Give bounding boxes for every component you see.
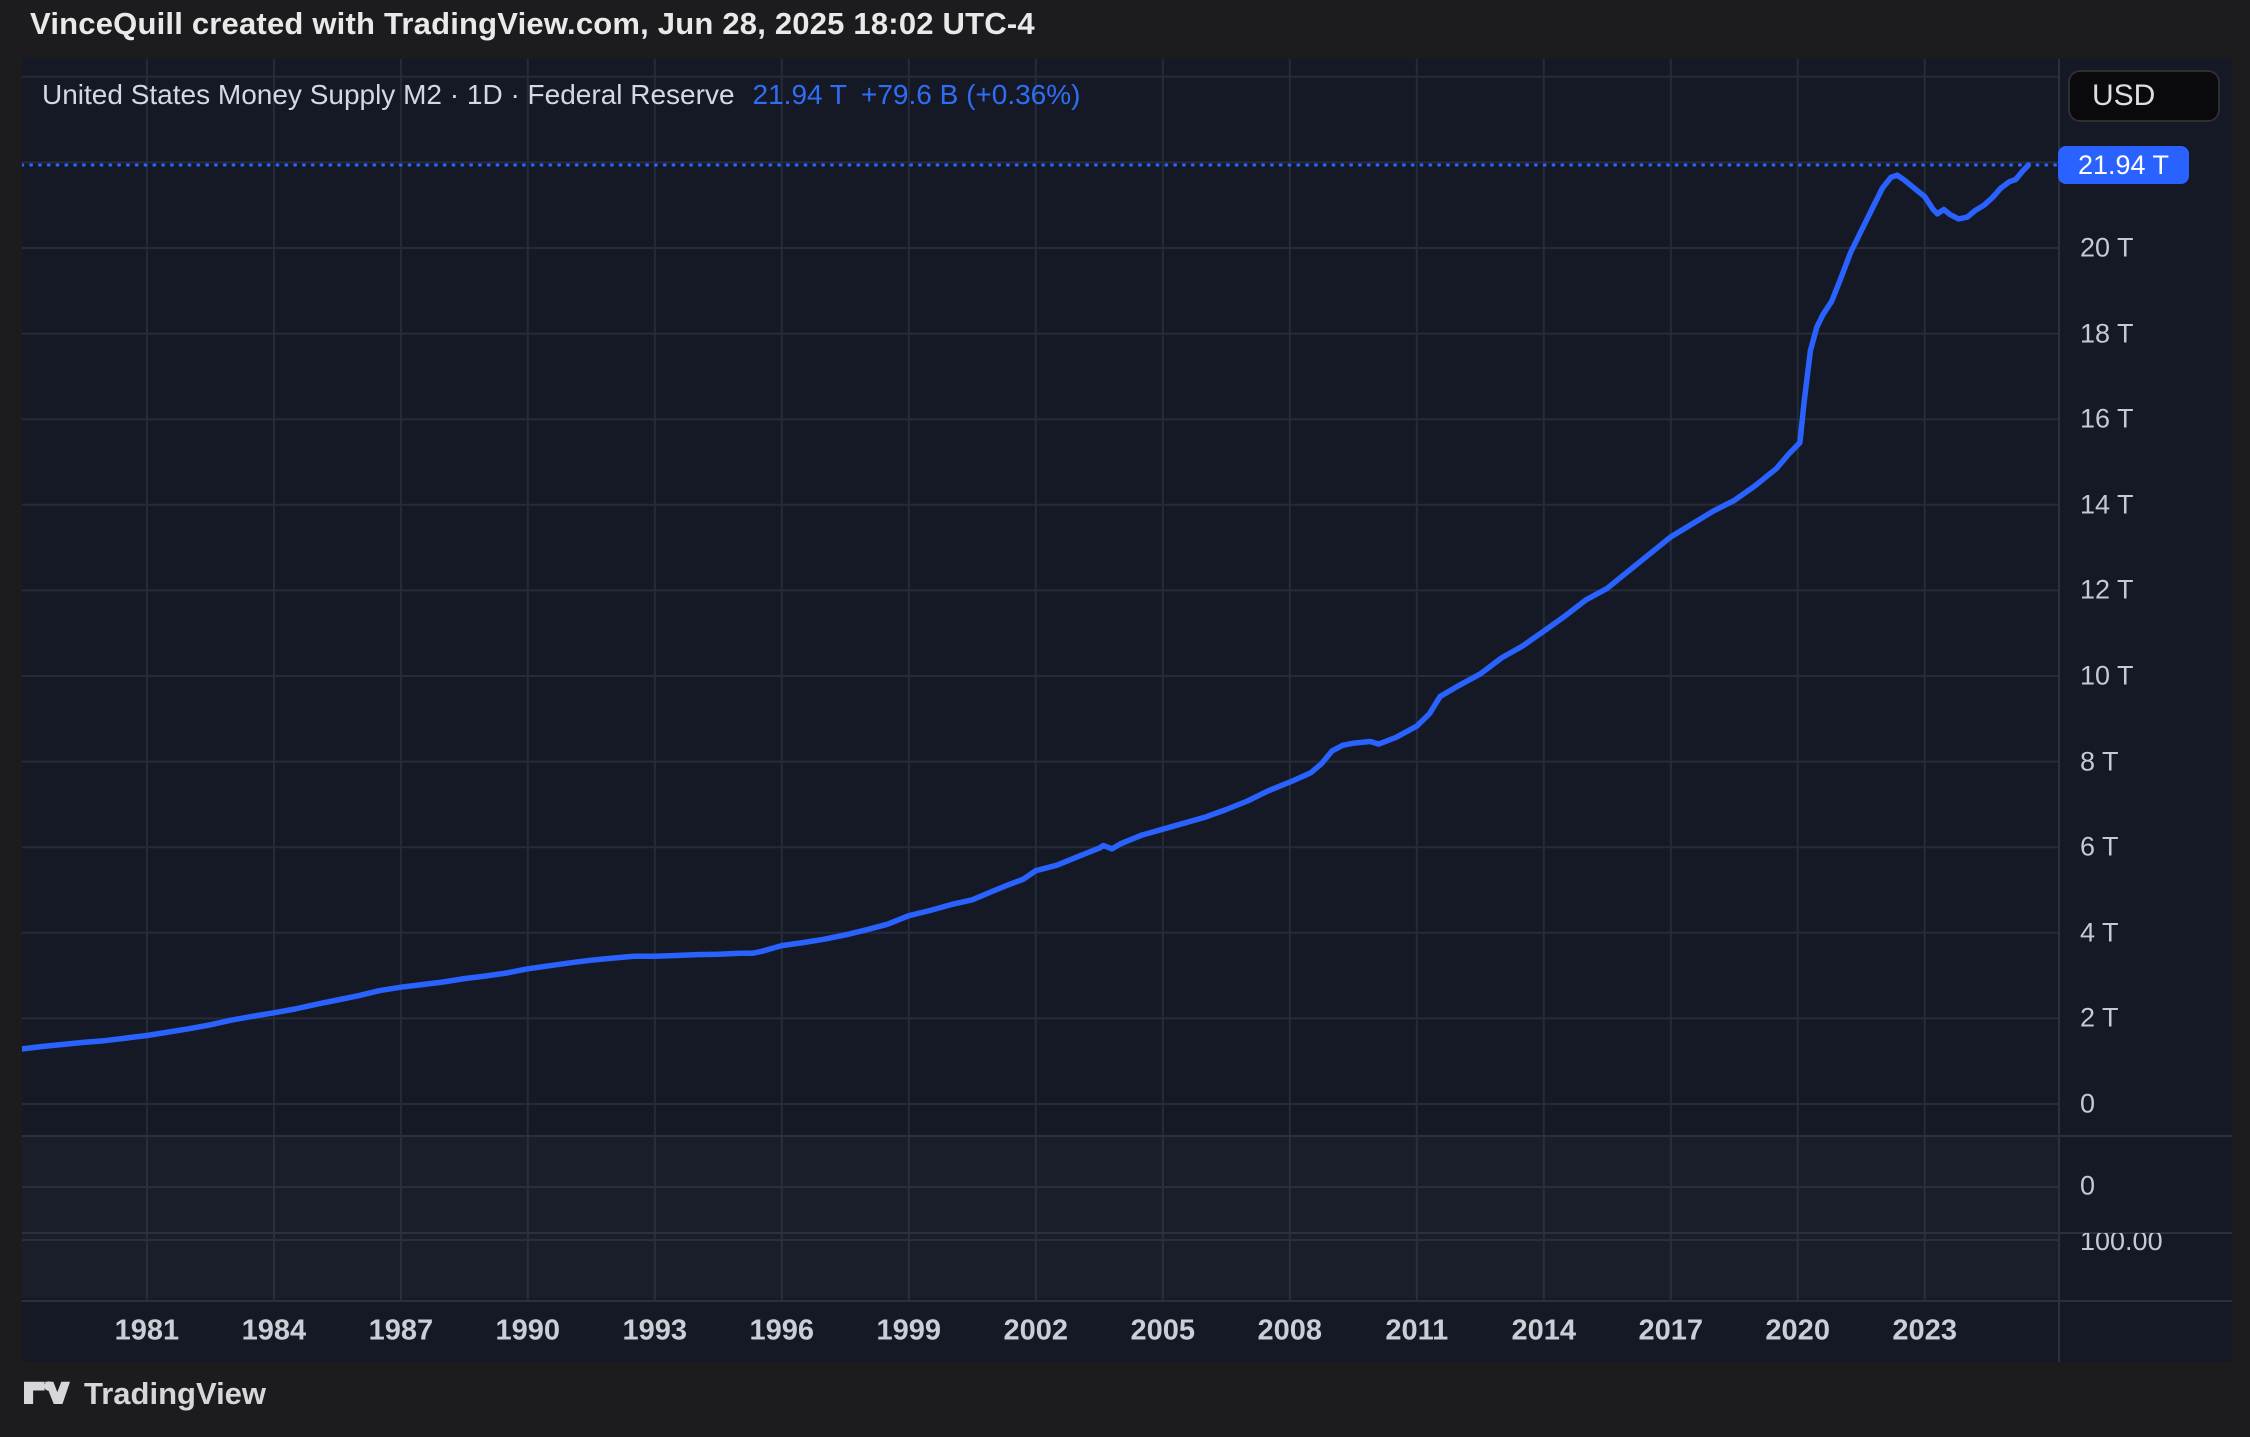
- x-axis-label: 2023: [1892, 1315, 1957, 1348]
- time-scale[interactable]: 1981 1984 1987 1990 1993 1996 1999 2002 2005 2008…: [22, 1300, 2058, 1362]
- y-axis-label: 12 T: [2080, 575, 2134, 606]
- y-axis-label: 20 T: [2080, 233, 2134, 264]
- chart-widget: United States Money Supply M2 · 1D · Fed…: [22, 59, 2232, 1362]
- y-axis-label: 16 T: [2080, 404, 2134, 435]
- pane-separator-2[interactable]: [22, 1232, 2232, 1234]
- symbol-title[interactable]: United States Money Supply M2 · 1D · Fed…: [42, 79, 735, 110]
- symbol-last-value: 21.94 T: [753, 79, 847, 110]
- y-axis-label: 4 T: [2080, 917, 2119, 948]
- x-axis-label: 2014: [1512, 1315, 1577, 1348]
- y-axis-label: 18 T: [2080, 318, 2134, 349]
- x-axis-label: 2017: [1639, 1315, 1704, 1348]
- y-axis-label: 14 T: [2080, 489, 2134, 520]
- x-axis-label: 2002: [1004, 1315, 1069, 1348]
- y-axis-label: 8 T: [2080, 746, 2119, 777]
- y-axis-label: 0: [2080, 1089, 2095, 1120]
- indicator-pane-1[interactable]: [22, 1135, 2058, 1232]
- tradingview-logo-text: TradingView: [84, 1376, 266, 1412]
- x-axis-label: 1993: [623, 1315, 688, 1348]
- y-axis-label: 2 T: [2080, 1003, 2119, 1034]
- sub-pane-2-tick-clip: 100.00: [2080, 1233, 2163, 1297]
- m2-series-line: [22, 165, 2028, 1049]
- symbol-change: +79.6 B (+0.36%): [861, 79, 1080, 110]
- x-axis-label: 1990: [496, 1315, 561, 1348]
- price-scale[interactable]: USD 21.94 T 0 100.00 0 2 T 4 T 6 T 8 T 10 T 12…: [2060, 59, 2232, 1362]
- watermark-header: VinceQuill created with TradingView.com,…: [30, 6, 1035, 42]
- y-axis-label: 10 T: [2080, 661, 2134, 692]
- x-axis-label: 2005: [1131, 1315, 1196, 1348]
- sub-pane-1-tick-label: 0: [2080, 1171, 2095, 1202]
- x-axis-label: 2008: [1258, 1315, 1323, 1348]
- currency-toggle-label: USD: [2092, 79, 2155, 113]
- tradingview-logo-icon: [24, 1380, 70, 1409]
- last-price-badge: 21.94 T: [2058, 146, 2189, 184]
- sub-pane-2-tick-label: 100.00: [2080, 1233, 2163, 1257]
- screenshot-root: VinceQuill created with TradingView.com,…: [0, 0, 2250, 1437]
- last-price-badge-label: 21.94 T: [2078, 150, 2169, 181]
- x-axis-label: 1984: [242, 1315, 307, 1348]
- pane-separator-1[interactable]: [22, 1135, 2232, 1137]
- y-axis-label: 6 T: [2080, 832, 2119, 863]
- currency-toggle-button[interactable]: USD: [2068, 70, 2220, 122]
- x-axis-label: 1996: [750, 1315, 815, 1348]
- x-axis-label: 2020: [1765, 1315, 1830, 1348]
- indicator-pane-2[interactable]: [22, 1232, 2058, 1298]
- chart-legend: United States Money Supply M2 · 1D · Fed…: [42, 79, 1080, 111]
- x-axis-label: 1987: [369, 1315, 434, 1348]
- x-axis-label: 1999: [877, 1315, 942, 1348]
- x-axis-label: 1981: [115, 1315, 180, 1348]
- x-axis-label: 2011: [1385, 1315, 1448, 1348]
- tradingview-logo[interactable]: TradingView: [24, 1376, 266, 1412]
